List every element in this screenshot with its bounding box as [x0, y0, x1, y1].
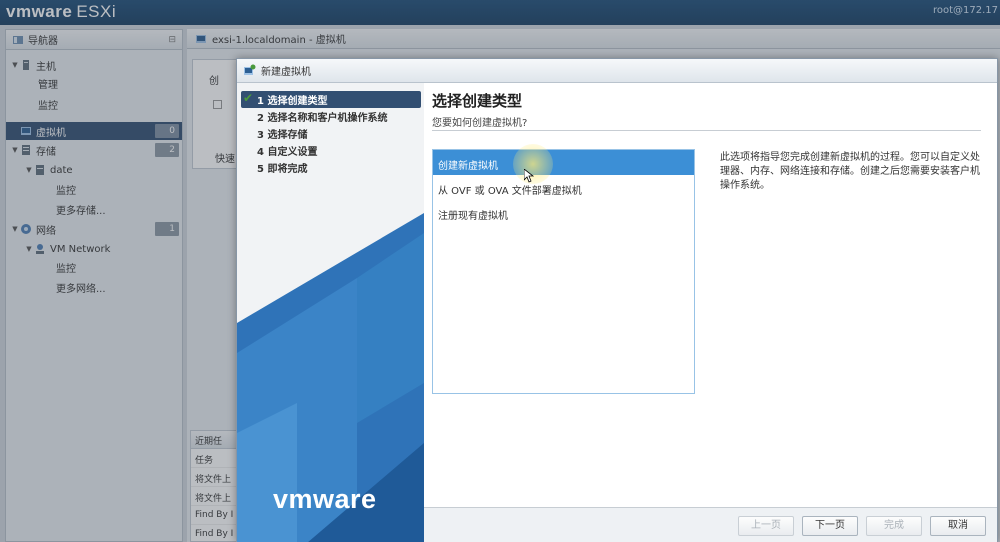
creation-type-list[interactable]: 创建新虚拟机 从 OVF 或 OVA 文件部署虚拟机 注册现有虚拟机 [432, 144, 695, 394]
back-button[interactable]: 上一页 [738, 516, 794, 536]
page-title: 选择创建类型 [432, 92, 523, 110]
wizard-steps-pane: ✔ 1 选择创建类型 2 选择名称和客户机操作系统 3 选择存储 4 自定义设置… [237, 83, 424, 542]
dialog-title-bar: 新建虚拟机 [237, 59, 997, 83]
option-register-existing-vm[interactable]: 注册现有虚拟机 [433, 200, 694, 225]
option-deploy-ovf-ova[interactable]: 从 OVF 或 OVA 文件部署虚拟机 [433, 175, 694, 200]
step-select-storage[interactable]: 3 选择存储 [241, 125, 421, 142]
option-create-new-vm[interactable]: 创建新虚拟机 [433, 144, 694, 184]
wizard-content: 选择创建类型 您要如何创建虚拟机? 创建新虚拟机 从 OVF 或 OVA 文件部… [424, 83, 997, 507]
step-select-name-os[interactable]: 2 选择名称和客户机操作系统 [241, 108, 421, 125]
new-vm-dialog: 新建虚拟机 ✔ 1 选择创建类型 2 选择名称和客户机操作系统 3 选择存储 4… [236, 58, 998, 542]
divider [432, 130, 981, 131]
next-button[interactable]: 下一页 [802, 516, 858, 536]
cancel-button[interactable]: 取消 [930, 516, 986, 536]
vmware-logo: vmware [273, 484, 377, 514]
check-icon: ✔ [243, 91, 254, 105]
finish-button[interactable]: 完成 [866, 516, 922, 536]
wizard-steps: ✔ 1 选择创建类型 2 选择名称和客户机操作系统 3 选择存储 4 自定义设置… [241, 91, 421, 176]
step-select-creation-type[interactable]: ✔ 1 选择创建类型 [241, 91, 421, 108]
page-subtitle: 您要如何创建虚拟机? [432, 118, 528, 129]
new-vm-icon [244, 64, 256, 75]
option-description: 此选项将指导您完成创建新虚拟机的过程。您可以自定义处理器、内存、网络连接和存储。… [720, 152, 980, 191]
dialog-footer: 上一页 下一页 完成 取消 [424, 507, 997, 542]
mouse-cursor-icon [524, 169, 534, 183]
dialog-title: 新建虚拟机 [261, 67, 311, 78]
step-ready-to-complete[interactable]: 5 即将完成 [241, 159, 421, 176]
step-customize-settings[interactable]: 4 自定义设置 [241, 142, 421, 159]
